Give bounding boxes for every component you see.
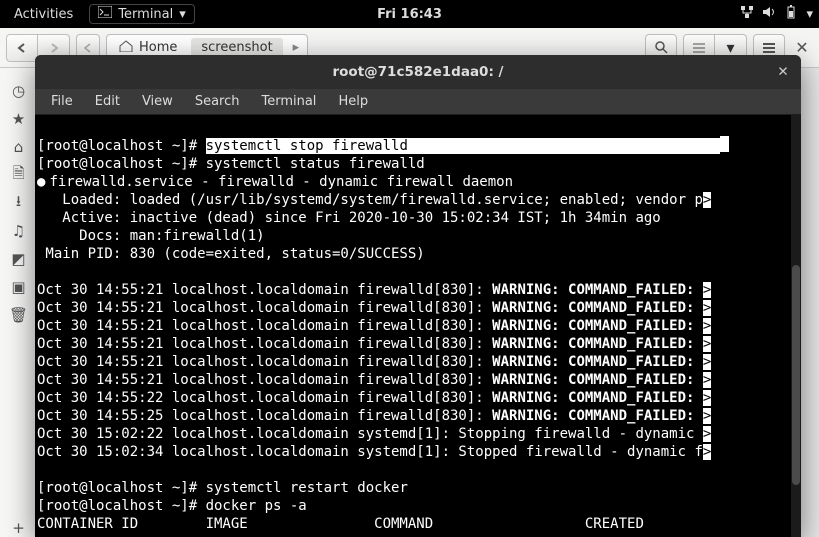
files-sidebar: ◷ ★ ⌂ 🗎 ⭳ ♫ ◩ ▣ 🗑 + [0,68,38,537]
terminal-title-text: root@71c582e1daa0: / [333,64,504,80]
output-line: [root@localhost ~]# systemctl stop firew… [37,138,729,532]
downloads-icon[interactable]: ⭳ [10,194,28,212]
chevron-down-icon: ▾ [179,7,186,22]
home-icon [119,40,133,56]
terminal-titlebar[interactable]: root@71c582e1daa0: / ✕ [35,55,801,89]
path-current-label: screenshot [201,40,272,55]
back-button[interactable] [6,34,38,62]
starred-icon[interactable]: ★ [10,110,28,128]
active-app-name: Terminal [118,7,173,22]
terminal-window: root@71c582e1daa0: / ✕ File Edit View Se… [35,55,801,537]
menu-terminal[interactable]: Terminal [251,92,326,111]
terminal-menubar: File Edit View Search Terminal Help [35,89,801,115]
active-app-indicator[interactable]: Terminal ▾ [89,4,194,24]
path-home-label: Home [139,40,177,55]
volume-icon[interactable] [762,5,776,23]
other-locations-icon[interactable]: + [10,519,28,537]
pictures-icon[interactable]: ◩ [10,250,28,268]
menu-edit[interactable]: Edit [85,92,130,111]
chevron-down-icon[interactable]: ▾ [806,7,813,22]
menu-search[interactable]: Search [185,92,250,111]
menu-view[interactable]: View [132,92,183,111]
videos-icon[interactable]: ▣ [10,278,28,296]
terminal-scrollbar[interactable] [791,115,801,537]
music-icon[interactable]: ♫ [10,222,28,240]
scrollbar-thumb[interactable] [792,265,800,485]
terminal-close-button[interactable]: ✕ [773,62,793,82]
network-icon[interactable] [740,5,754,23]
menu-file[interactable]: File [41,92,83,111]
home-icon[interactable]: ⌂ [10,138,28,156]
gnome-top-bar: Activities Terminal ▾ Fri 16:43 ▾ [0,0,819,28]
menu-help[interactable]: Help [328,92,378,111]
battery-icon[interactable] [784,5,798,23]
terminal-output[interactable]: [root@localhost ~]# systemctl stop firew… [35,115,801,537]
text-cursor [720,136,729,152]
terminal-icon [98,6,112,22]
documents-icon[interactable]: 🗎 [10,166,28,184]
recent-icon[interactable]: ◷ [10,82,28,100]
activities-button[interactable]: Activities [6,5,81,24]
trash-icon[interactable]: 🗑 [10,306,28,324]
